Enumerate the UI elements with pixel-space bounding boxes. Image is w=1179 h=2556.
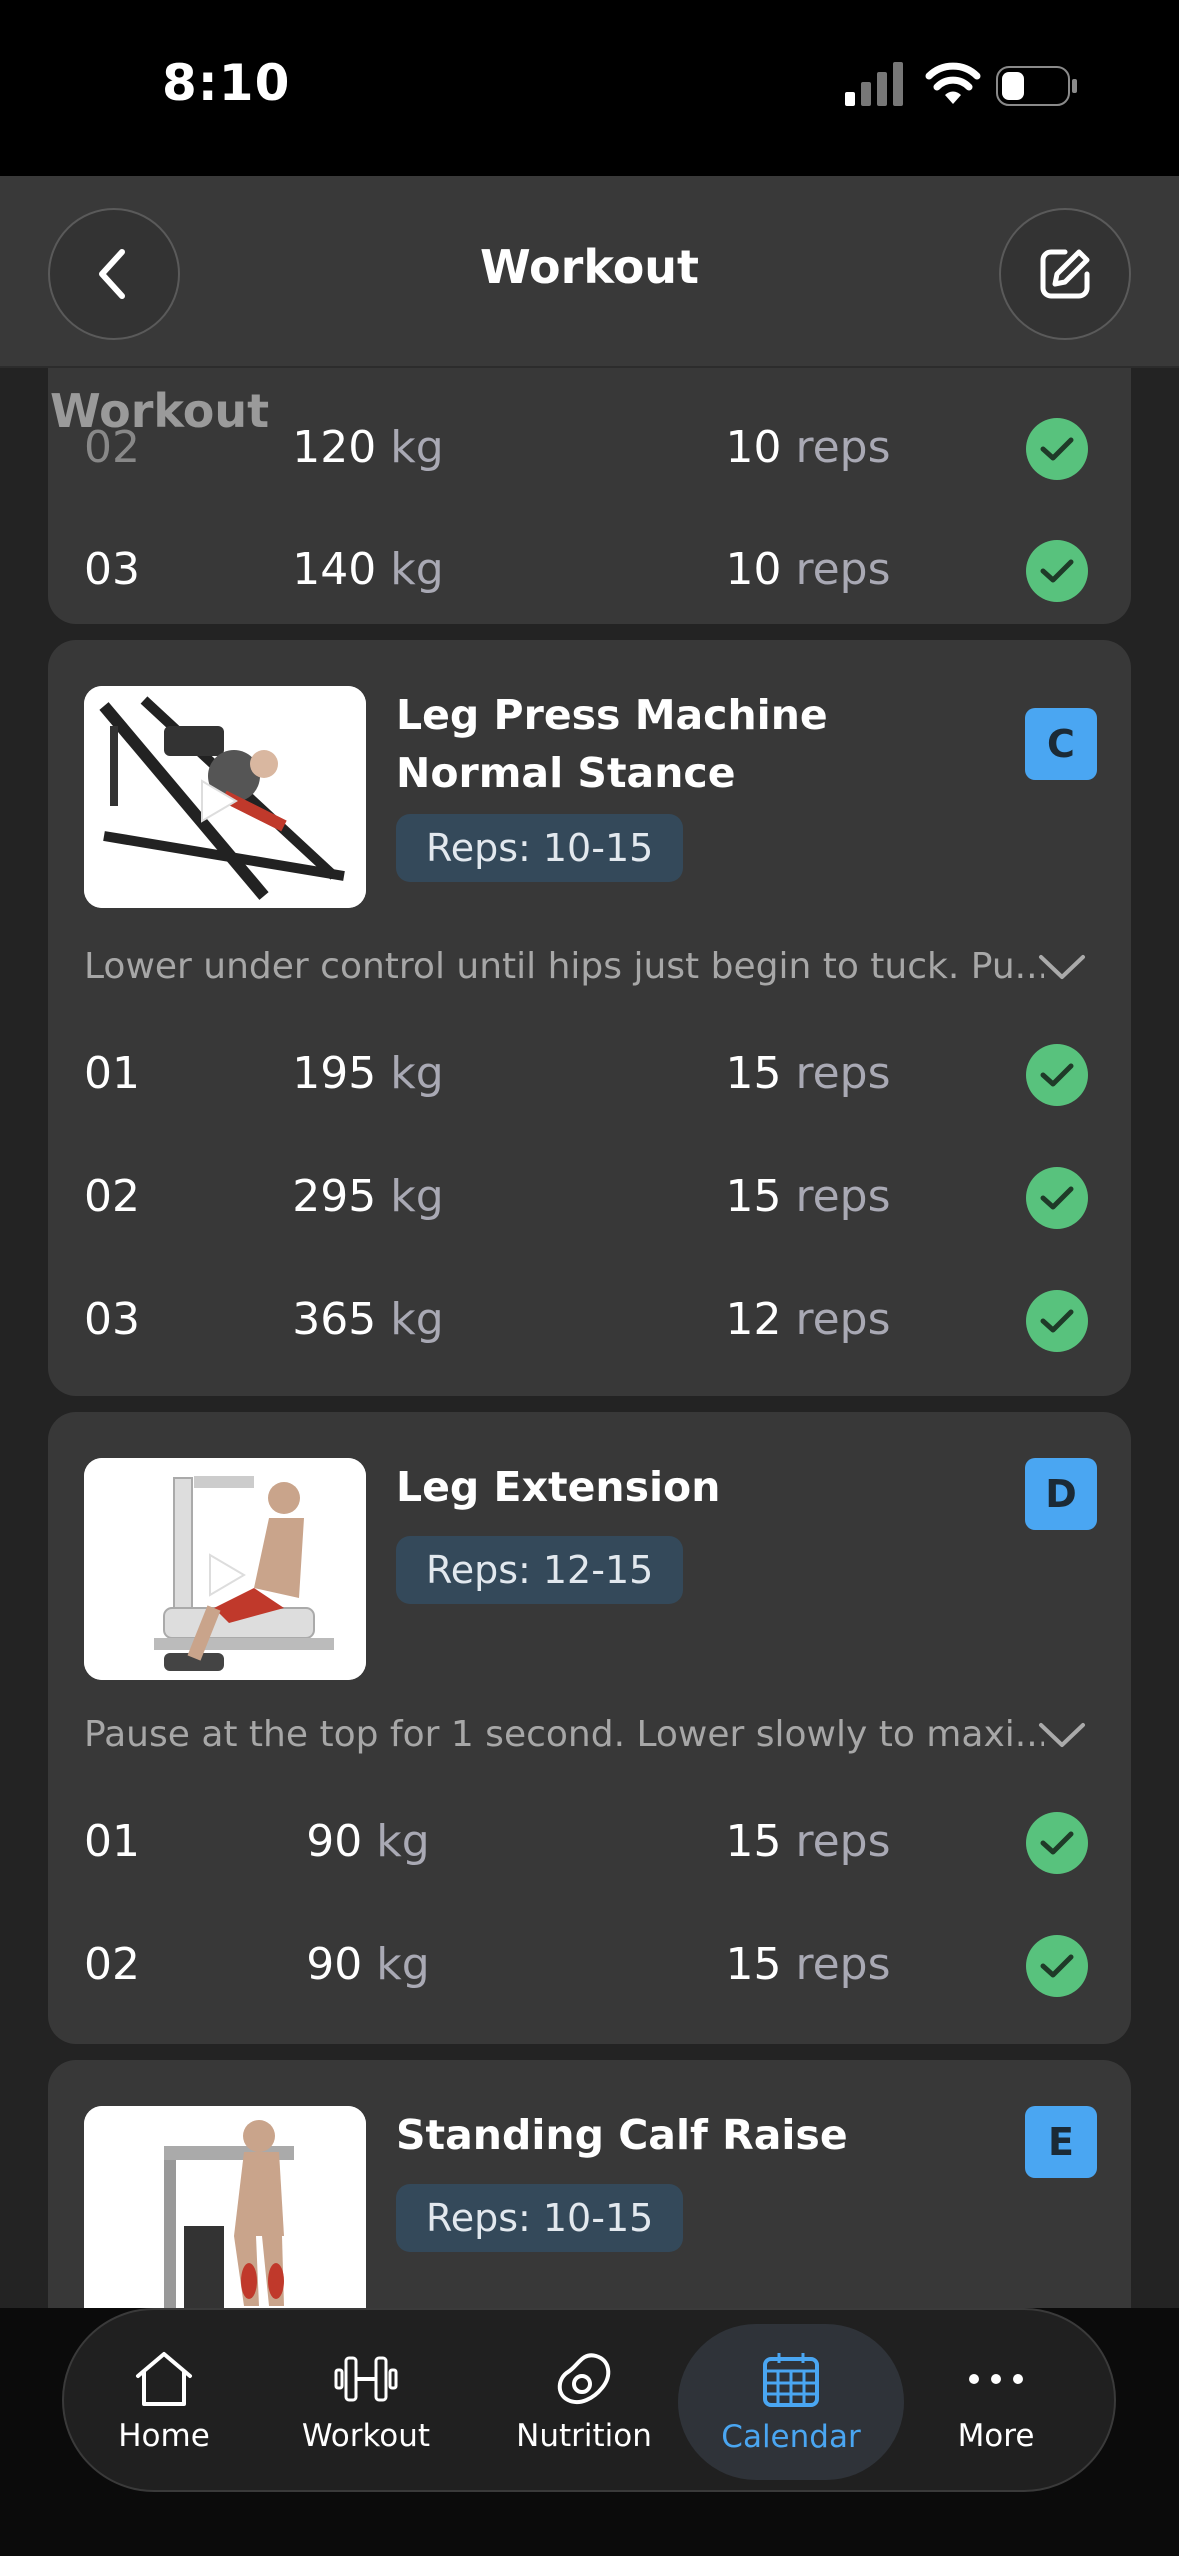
leg-press-machine-image [84,686,366,908]
exercise-card-standing-calf-raise: Standing Calf Raise Reps: 10-15 E [48,2060,1131,2308]
tab-label: Nutrition [516,2418,652,2454]
set-weight[interactable]: 90 kg [268,1816,468,1867]
set-number: 01 [84,1816,140,1867]
set-number: 03 [84,1294,140,1345]
superset-letter-badge: C [1025,708,1097,780]
wifi-icon [925,62,981,104]
set-weight[interactable]: 365 kg [268,1294,468,1345]
exercise-name[interactable]: Leg Press Machine Normal Stance [396,686,1016,802]
exercise-video-thumbnail[interactable] [84,1458,366,1680]
check-icon [1040,1954,1074,1978]
calendar-icon [763,2353,819,2407]
set-reps[interactable]: 12 reps [688,1294,928,1345]
battery-icon [996,66,1077,106]
set-reps[interactable]: 15 reps [688,1816,928,1867]
tab-label: Workout [301,2418,431,2454]
tab-nutrition[interactable]: Nutrition [504,2310,664,2494]
tab-label: Home [118,2418,210,2454]
target-reps-badge: Reps: 10-15 [396,814,684,882]
set-weight[interactable]: 90 kg [268,1939,468,1990]
check-icon [1040,437,1074,461]
superset-letter-badge: E [1025,2106,1097,2178]
tab-home[interactable]: Home [84,2310,244,2494]
superset-letter-badge: D [1025,1458,1097,1530]
set-complete-checkbox[interactable] [1026,1290,1088,1352]
set-row: 02 90 kg 15 reps [48,1909,1131,2019]
chevron-down-icon[interactable] [1037,1720,1087,1750]
check-icon [1040,559,1074,583]
edit-icon [1040,249,1090,299]
exercise-name[interactable]: Leg Extension [396,1458,1016,1516]
collapsed-title: Workout [50,384,270,438]
check-icon [1040,1309,1074,1333]
set-reps[interactable]: 15 reps [688,1048,928,1099]
leg-extension-machine-image [84,1458,366,1680]
set-row: 03 365 kg 12 reps [48,1264,1131,1374]
signal-icon [845,62,903,106]
workout-scroll-area[interactable]: Workout 02 120 kg 10 reps 03 140 kg 10 r… [0,368,1179,2308]
tab-more[interactable]: More [916,2310,1076,2494]
set-number: 02 [84,1171,140,1222]
set-weight[interactable]: 140 kg [268,544,468,595]
exercise-note[interactable]: Pause at the top for 1 second. Lower slo… [84,1714,1044,1755]
set-reps[interactable]: 15 reps [688,1171,928,1222]
tab-label: More [957,2418,1035,2454]
tab-label: Calendar [721,2419,861,2455]
exercise-card-leg-press: Leg Press Machine Normal Stance Reps: 10… [48,640,1131,1396]
more-icon [969,2374,1023,2384]
set-row: 02 295 kg 15 reps [48,1141,1131,1251]
set-row: 01 195 kg 15 reps [48,1018,1131,1128]
exercise-name[interactable]: Standing Calf Raise [396,2106,1016,2164]
exercise-video-thumbnail[interactable] [84,2106,366,2308]
set-weight[interactable]: 295 kg [268,1171,468,1222]
set-complete-checkbox[interactable] [1026,1167,1088,1229]
status-bar: 8:10 [0,0,1179,176]
set-weight[interactable]: 120 kg [268,422,468,473]
check-icon [1040,1063,1074,1087]
set-number: 01 [84,1048,140,1099]
exercise-note[interactable]: Lower under control until hips just begi… [84,946,1044,987]
chevron-down-icon[interactable] [1037,952,1087,982]
set-weight[interactable]: 195 kg [268,1048,468,1099]
tab-workout[interactable]: Workout [286,2310,446,2494]
avocado-icon [557,2353,611,2405]
set-complete-checkbox[interactable] [1026,1935,1088,1997]
bottom-tab-bar: Home Workout Nutrition Calendar More [62,2308,1116,2492]
set-row: 01 90 kg 15 reps [48,1786,1131,1896]
calf-raise-machine-image [84,2106,366,2308]
target-reps-badge: Reps: 12-15 [396,1536,684,1604]
set-row: 03 140 kg 10 reps [48,514,1131,624]
check-icon [1040,1186,1074,1210]
target-reps-badge: Reps: 10-15 [396,2184,684,2252]
top-nav-header: Workout [0,176,1179,368]
set-reps[interactable]: 10 reps [688,544,928,595]
set-complete-checkbox[interactable] [1026,1812,1088,1874]
tab-calendar[interactable]: Calendar [678,2324,904,2480]
set-reps[interactable]: 10 reps [688,422,928,473]
check-icon [1040,1831,1074,1855]
exercise-card-leg-extension: Leg Extension Reps: 12-15 D Pause at the… [48,1412,1131,2044]
status-time: 8:10 [162,54,291,112]
dumbbell-icon [334,2356,398,2402]
home-icon [136,2352,192,2406]
set-complete-checkbox[interactable] [1026,540,1088,602]
set-number: 03 [84,544,140,595]
exercise-video-thumbnail[interactable] [84,686,366,908]
edit-button[interactable] [999,208,1131,340]
set-complete-checkbox[interactable] [1026,418,1088,480]
set-number: 02 [84,1939,140,1990]
set-reps[interactable]: 15 reps [688,1939,928,1990]
set-complete-checkbox[interactable] [1026,1044,1088,1106]
